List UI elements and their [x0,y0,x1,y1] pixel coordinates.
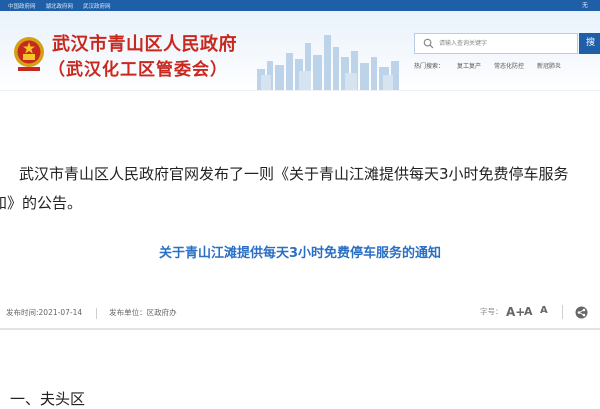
content-divider [0,328,600,330]
publish-date: 发布时间:2021-07-14 [6,308,83,317]
font-size-small-button[interactable]: A [540,305,548,316]
site-title: 武汉市青山区人民政府 [52,34,237,55]
city-skyline-image [257,35,399,90]
hot-search-label: 热门搜索： [414,63,445,70]
font-size-large-button[interactable]: A+ [506,305,525,319]
toolbar-divider [562,305,563,319]
hot-search-item[interactable]: 常态化防控 [494,61,524,70]
body-text-cutoff: 一、夫头区 [10,390,86,408]
article-title: 关于青山江滩提供每天3小时免费停车服务的通知 [158,246,442,261]
search-input[interactable] [415,34,579,53]
site-subtitle: （武汉化工区管委会） [48,60,228,80]
search-box [414,33,579,54]
hot-search-bar: 热门搜索： 复工复产 常态化防控 新冠肺炎 [414,61,574,70]
hot-search-item[interactable]: 复工复产 [457,61,481,70]
top-link-wuhan[interactable]: 武汉政府网 [83,2,111,10]
article-meta: 发布时间:2021-07-14 发布单位：区政府办 [6,307,177,319]
top-links: 中国政府网 湖北政府网 武汉政府网 [8,0,111,11]
publisher: 发布单位：区政府办 [109,308,177,317]
meta-divider [96,307,98,319]
top-link-gov[interactable]: 中国政府网 [8,2,36,10]
font-size-label: 字号： [480,307,503,316]
share-icon[interactable] [575,306,588,319]
intro-line: 知》的公告。 [0,194,83,212]
header-divider [0,90,600,91]
hot-search-item[interactable]: 新冠肺炎 [537,61,561,70]
top-link-hubei[interactable]: 湖北政府网 [46,2,74,10]
top-bar: 中国政府网 湖北政府网 武汉政府网 无 [0,0,600,11]
accessibility-link[interactable]: 无 [582,0,588,11]
intro-line: 武汉市青山区人民政府官网发布了一则《关于青山江滩提供每天3小时免费停车服务 [19,165,569,183]
site-header: 武汉市青山区人民政府 （武汉化工区管委会） 搜 热门搜索： 复工复产 常态化防控… [0,11,600,90]
font-size-medium-button[interactable]: A [524,305,533,318]
national-emblem-icon [14,37,44,71]
search-button[interactable]: 搜 [579,33,600,54]
